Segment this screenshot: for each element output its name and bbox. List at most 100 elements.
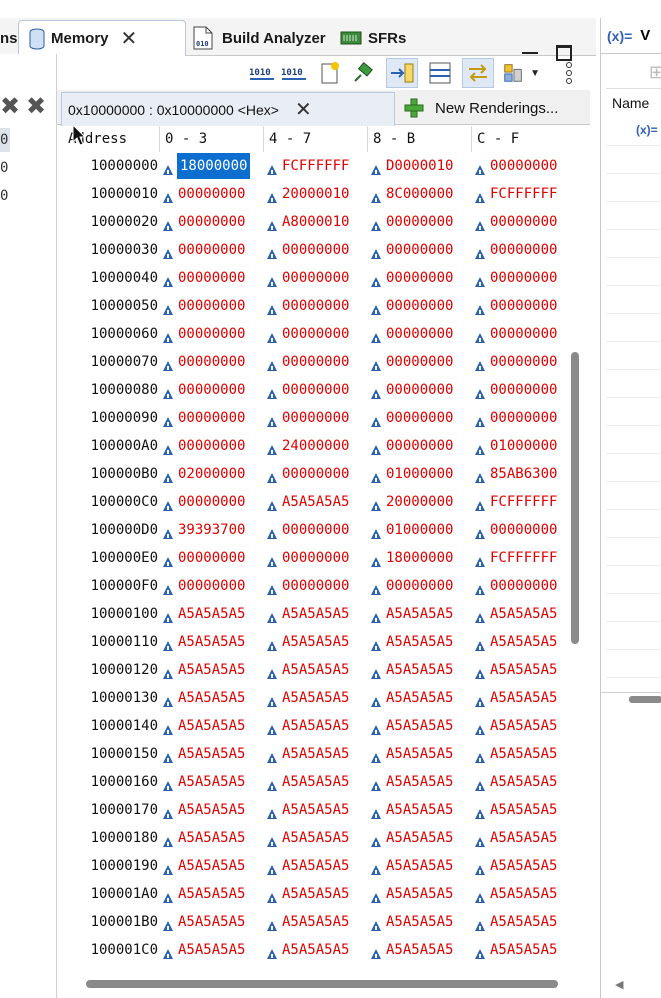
- table-row[interactable]: 10000000 18000000 FCFFFFFF D0000010 00000000: [62, 152, 566, 180]
- memory-cell[interactable]: 00000000: [264, 460, 368, 488]
- table-row[interactable]: 10000130 A5A5A5A5 A5A5A5A5 A5A5A5A5 A5A5A5A5: [62, 684, 566, 712]
- memory-cell[interactable]: 00000000: [160, 180, 264, 208]
- table-row[interactable]: 10000050 00000000 00000000 00000000 00000000: [62, 292, 566, 320]
- memory-cell[interactable]: 00000000: [160, 264, 264, 292]
- memory-cell[interactable]: 24000000: [264, 432, 368, 460]
- right-horizontal-scroll-thumb[interactable]: [629, 696, 661, 703]
- memory-cell[interactable]: A5A5A5A5: [160, 628, 264, 656]
- memory-cell[interactable]: 00000000: [368, 432, 472, 460]
- memory-cell[interactable]: A5A5A5A5: [160, 880, 264, 908]
- memory-cell[interactable]: 00000000: [472, 404, 566, 432]
- table-row[interactable]: 100001A0 A5A5A5A5 A5A5A5A5 A5A5A5A5 A5A5A5A5: [62, 880, 566, 908]
- memory-cell[interactable]: 00000000: [264, 236, 368, 264]
- memory-cell[interactable]: A5A5A5A5: [264, 936, 368, 964]
- table-row[interactable]: 100000B0 02000000 00000000 01000000 85AB6300: [62, 460, 566, 488]
- tab-sfrs[interactable]: SFRs: [340, 20, 406, 56]
- memory-cell[interactable]: A5A5A5A5: [368, 684, 472, 712]
- memory-cell[interactable]: A5A5A5A5: [472, 712, 566, 740]
- table-row[interactable]: 10000180 A5A5A5A5 A5A5A5A5 A5A5A5A5 A5A5A5A5: [62, 824, 566, 852]
- memory-cell[interactable]: 00000000: [472, 208, 566, 236]
- memory-cell[interactable]: A5A5A5A5: [368, 852, 472, 880]
- close-rendering-icon[interactable]: ✕: [295, 97, 312, 122]
- memory-cell[interactable]: 85AB6300: [472, 460, 566, 488]
- column-header-0-3[interactable]: 0 - 3: [160, 126, 264, 152]
- scroll-left-icon[interactable]: ◀: [615, 978, 623, 991]
- memory-cell[interactable]: FCFFFFFF: [472, 180, 566, 208]
- memory-cell[interactable]: A5A5A5A5: [472, 936, 566, 964]
- memory-cell[interactable]: 8C000000: [368, 180, 472, 208]
- toggle-1010-icon[interactable]: 1010: [248, 58, 276, 88]
- column-header-c-f[interactable]: C - F: [472, 126, 566, 152]
- table-row[interactable]: 100000D0 39393700 00000000 01000000 00000000: [62, 516, 566, 544]
- memory-cell[interactable]: A5A5A5A5: [368, 880, 472, 908]
- tab-memory[interactable]: Memory ✕: [18, 20, 186, 56]
- new-renderings-tab[interactable]: New Renderings...: [403, 92, 558, 124]
- memory-cell[interactable]: A5A5A5A5: [472, 796, 566, 824]
- memory-cell[interactable]: FCFFFFFF: [472, 488, 566, 516]
- table-row[interactable]: 10000100 A5A5A5A5 A5A5A5A5 A5A5A5A5 A5A5A5A5: [62, 600, 566, 628]
- memory-cell[interactable]: A5A5A5A5: [264, 628, 368, 656]
- memory-cell[interactable]: 00000000: [264, 264, 368, 292]
- memory-cell[interactable]: A5A5A5A5: [472, 656, 566, 684]
- memory-cell[interactable]: A5A5A5A5: [264, 852, 368, 880]
- memory-cell[interactable]: 00000000: [368, 572, 472, 600]
- memory-cell[interactable]: A5A5A5A5: [160, 796, 264, 824]
- tab-build-analyzer[interactable]: 010 Build Analyzer: [190, 20, 326, 56]
- split-icon[interactable]: [426, 58, 454, 88]
- memory-cell[interactable]: 00000000: [160, 544, 264, 572]
- memory-cell[interactable]: FCFFFFFF: [264, 152, 368, 180]
- memory-cell[interactable]: A5A5A5A5: [368, 712, 472, 740]
- memory-cell[interactable]: A5A5A5A5: [160, 768, 264, 796]
- memory-cell[interactable]: 00000000: [368, 404, 472, 432]
- memory-cell[interactable]: 20000010: [264, 180, 368, 208]
- memory-cell[interactable]: 00000000: [160, 376, 264, 404]
- table-row[interactable]: 10000140 A5A5A5A5 A5A5A5A5 A5A5A5A5 A5A5A5A5: [62, 712, 566, 740]
- memory-cell[interactable]: 00000000: [160, 348, 264, 376]
- view-menu-icon[interactable]: [562, 58, 576, 88]
- new-icon[interactable]: [318, 58, 342, 88]
- memory-cell[interactable]: 20000000: [368, 488, 472, 516]
- memory-cell[interactable]: 01000000: [368, 460, 472, 488]
- left-list-item[interactable]: 0: [0, 156, 8, 180]
- memory-cell[interactable]: 00000000: [472, 264, 566, 292]
- memory-cell[interactable]: A5A5A5A5: [264, 488, 368, 516]
- table-row[interactable]: 10000030 00000000 00000000 00000000 00000000: [62, 236, 566, 264]
- rendering-tab[interactable]: 0x10000000 : 0x10000000 <Hex> ✕: [61, 92, 395, 126]
- memory-cell[interactable]: 00000000: [264, 516, 368, 544]
- table-row[interactable]: 10000060 00000000 00000000 00000000 00000000: [62, 320, 566, 348]
- memory-cell[interactable]: 00000000: [472, 348, 566, 376]
- table-row[interactable]: 10000120 A5A5A5A5 A5A5A5A5 A5A5A5A5 A5A5A5A5: [62, 656, 566, 684]
- memory-cell[interactable]: 00000000: [368, 348, 472, 376]
- memory-cell[interactable]: A5A5A5A5: [472, 824, 566, 852]
- link-icon[interactable]: [386, 58, 418, 88]
- memory-cell[interactable]: A5A5A5A5: [160, 908, 264, 936]
- remove-all-icon[interactable]: ✖: [26, 92, 46, 121]
- memory-cell[interactable]: A5A5A5A5: [160, 936, 264, 964]
- memory-cell[interactable]: A5A5A5A5: [264, 712, 368, 740]
- table-row[interactable]: 100000C0 00000000 A5A5A5A5 20000000 FCFFFFFF: [62, 488, 566, 516]
- memory-cell[interactable]: A5A5A5A5: [472, 740, 566, 768]
- memory-cell[interactable]: 00000000: [160, 236, 264, 264]
- memory-cell[interactable]: 00000000: [264, 376, 368, 404]
- table-row[interactable]: 10000190 A5A5A5A5 A5A5A5A5 A5A5A5A5 A5A5A5A5: [62, 852, 566, 880]
- memory-cell[interactable]: A5A5A5A5: [160, 684, 264, 712]
- memory-cell[interactable]: A5A5A5A5: [472, 684, 566, 712]
- memory-table[interactable]: Address 0 - 3 4 - 7 8 - B C - F 10000000…: [62, 126, 566, 972]
- left-list-item[interactable]: 0: [0, 128, 10, 152]
- memory-cell[interactable]: A5A5A5A5: [160, 712, 264, 740]
- memory-cell[interactable]: A5A5A5A5: [264, 908, 368, 936]
- table-row[interactable]: 100000F0 00000000 00000000 00000000 00000000: [62, 572, 566, 600]
- variables-tree[interactable]: Name (x)=: [606, 88, 661, 692]
- tab-clipped[interactable]: ns: [0, 20, 18, 56]
- memory-cell[interactable]: A5A5A5A5: [472, 768, 566, 796]
- table-row[interactable]: 10000160 A5A5A5A5 A5A5A5A5 A5A5A5A5 A5A5A5A5: [62, 768, 566, 796]
- memory-cell[interactable]: 00000000: [264, 348, 368, 376]
- memory-cell[interactable]: A8000010: [264, 208, 368, 236]
- memory-cell[interactable]: 00000000: [472, 292, 566, 320]
- layout-icon[interactable]: ▼: [502, 58, 540, 88]
- horizontal-scrollbar[interactable]: [62, 972, 584, 996]
- table-row[interactable]: 10000080 00000000 00000000 00000000 00000000: [62, 376, 566, 404]
- table-row[interactable]: 10000070 00000000 00000000 00000000 00000000: [62, 348, 566, 376]
- memory-cell[interactable]: 00000000: [160, 488, 264, 516]
- memory-cell[interactable]: A5A5A5A5: [160, 852, 264, 880]
